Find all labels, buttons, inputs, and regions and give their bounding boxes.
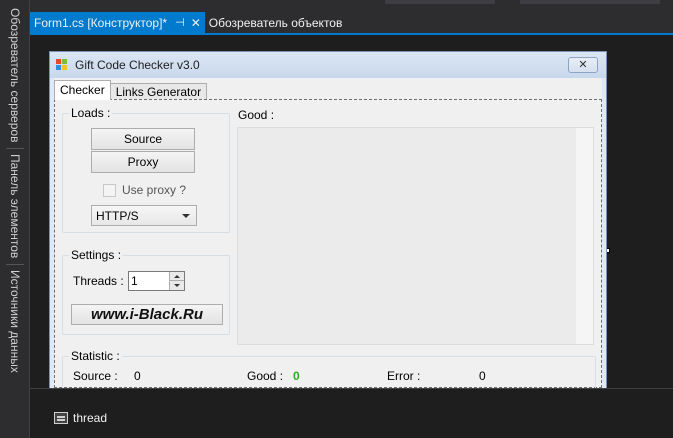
form-window[interactable]: Gift Code Checker v3.0 ✕ Checker Links G… (49, 51, 607, 438)
toolbar-fragment (520, 0, 660, 4)
tab-links-generator[interactable]: Links Generator (109, 83, 208, 100)
component-icon (54, 412, 68, 424)
spin-up-button[interactable] (170, 272, 184, 281)
stat-error-label: Error : (387, 369, 421, 383)
threads-stepper[interactable]: 1 (128, 271, 185, 291)
settings-label: Settings : (69, 248, 124, 262)
proxy-type-value: HTTP/S (96, 208, 139, 223)
threads-label: Threads : (73, 274, 124, 288)
website-link-button[interactable]: www.i-Black.Ru (71, 304, 223, 325)
side-tab-toolbox[interactable]: Панель элементов (4, 154, 26, 260)
top-toolbar-edge (30, 0, 673, 12)
tool-window-strip: Обозреватель серверов Панель элементов И… (0, 0, 30, 438)
tab-form1-designer[interactable]: Form1.cs [Конструктор]* ⊣ ✕ (30, 12, 205, 33)
statistic-label: Statistic : (69, 349, 122, 363)
tab-label: Обозреватель объектов (208, 15, 343, 30)
stat-source-label: Source : (73, 369, 118, 383)
spin-buttons (169, 272, 184, 290)
stat-source-value: 0 (134, 369, 141, 383)
stat-error-value: 0 (479, 369, 486, 383)
tab-label: Form1.cs [Конструктор]* (34, 15, 168, 30)
document-tabs: Form1.cs [Конструктор]* ⊣ ✕ Обозреватель… (30, 12, 673, 33)
tab-checker[interactable]: Checker (54, 80, 111, 100)
side-tab-data-sources[interactable]: Источники данных (4, 270, 26, 376)
form-client-area: Checker Links Generator Loads : Source P… (54, 78, 602, 438)
form-close-button[interactable]: ✕ (568, 57, 598, 73)
side-tab-server-explorer[interactable]: Обозреватель серверов (4, 8, 26, 146)
vertical-scrollbar[interactable] (576, 128, 593, 344)
spin-down-button[interactable] (170, 281, 184, 290)
good-list-label: Good : (238, 108, 275, 122)
loads-label: Loads : (69, 106, 113, 120)
pin-icon[interactable]: ⊣ (175, 16, 185, 29)
website-link-label: www.i-Black.Ru (91, 306, 203, 323)
proxy-type-select[interactable]: HTTP/S (91, 205, 197, 226)
good-codes-list[interactable] (237, 127, 594, 345)
threads-value: 1 (131, 274, 138, 288)
stat-good-label: Good : (247, 369, 284, 383)
chevron-down-icon (182, 214, 190, 218)
use-proxy-checkbox[interactable]: Use proxy ? (103, 183, 186, 197)
tray-thread-component[interactable]: thread (54, 411, 107, 425)
use-proxy-label: Use proxy ? (122, 183, 187, 197)
app-icon (56, 59, 68, 71)
form-title: Gift Code Checker v3.0 (75, 58, 200, 72)
proxy-button[interactable]: Proxy (91, 151, 195, 173)
checker-tab-page: Loads : Source Proxy Use proxy ? HTTP/S … (54, 99, 602, 438)
settings-groupbox: Settings : Threads : 1 www.i-Black.Ru (62, 248, 230, 335)
tray-component-label: thread (73, 411, 108, 425)
stat-good-value: 0 (293, 369, 300, 383)
tab-strip: Checker Links Generator (54, 80, 208, 100)
checkbox-box[interactable] (103, 183, 116, 197)
arrow-down-icon (174, 284, 180, 287)
arrow-up-icon (174, 274, 180, 278)
component-tray: thread (30, 388, 673, 438)
source-button[interactable]: Source (91, 128, 195, 150)
tab-object-browser[interactable]: Обозреватель объектов (205, 12, 347, 33)
form-title-bar: Gift Code Checker v3.0 ✕ (50, 52, 606, 78)
toolbar-fragment (385, 0, 495, 4)
side-tab-separator (6, 148, 24, 149)
close-icon[interactable]: ✕ (191, 16, 201, 30)
loads-groupbox: Loads : Source Proxy Use proxy ? HTTP/S (62, 106, 230, 233)
side-tab-separator (6, 264, 24, 265)
